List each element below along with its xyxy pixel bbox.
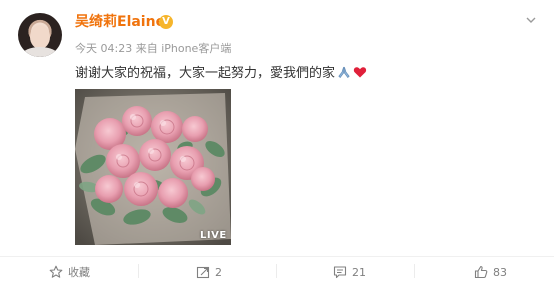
post-text: 谢谢大家的祝福，大家一起努力，愛我們的家 <box>75 65 367 82</box>
like-count: 83 <box>493 265 507 279</box>
comment-icon <box>333 266 347 279</box>
action-separator <box>276 264 277 278</box>
action-bar-divider <box>0 256 554 257</box>
avatar-face <box>30 25 50 49</box>
pray-emoji-icon <box>338 66 350 78</box>
avatar-shoulder <box>22 47 58 57</box>
verified-badge-icon: V <box>159 15 173 29</box>
post-text-body: 谢谢大家的祝福，大家一起努力，愛我們的家 <box>75 66 336 81</box>
star-icon <box>49 265 63 278</box>
post-meta: 今天 04:23 来自 iPhone客户端 <box>75 42 232 55</box>
flower-bouquet-photo[interactable] <box>75 89 231 245</box>
avatar[interactable] <box>18 13 62 57</box>
action-separator <box>138 264 139 278</box>
heart-emoji-icon <box>353 67 367 78</box>
favorite-label: 收藏 <box>68 266 90 279</box>
comment-button[interactable]: 21 <box>333 262 366 282</box>
like-button[interactable]: 83 <box>474 262 507 282</box>
live-badge: LIVE <box>200 230 227 241</box>
repost-icon <box>196 266 210 279</box>
repost-button[interactable]: 2 <box>196 262 222 282</box>
chevron-down-icon[interactable] <box>525 14 537 26</box>
favorite-button[interactable]: 收藏 <box>49 262 90 282</box>
action-separator <box>414 264 415 278</box>
like-icon <box>474 265 488 279</box>
repost-count: 2 <box>215 265 222 279</box>
comment-count: 21 <box>352 265 366 279</box>
author-name[interactable]: 吴绮莉Elaine <box>75 13 165 31</box>
